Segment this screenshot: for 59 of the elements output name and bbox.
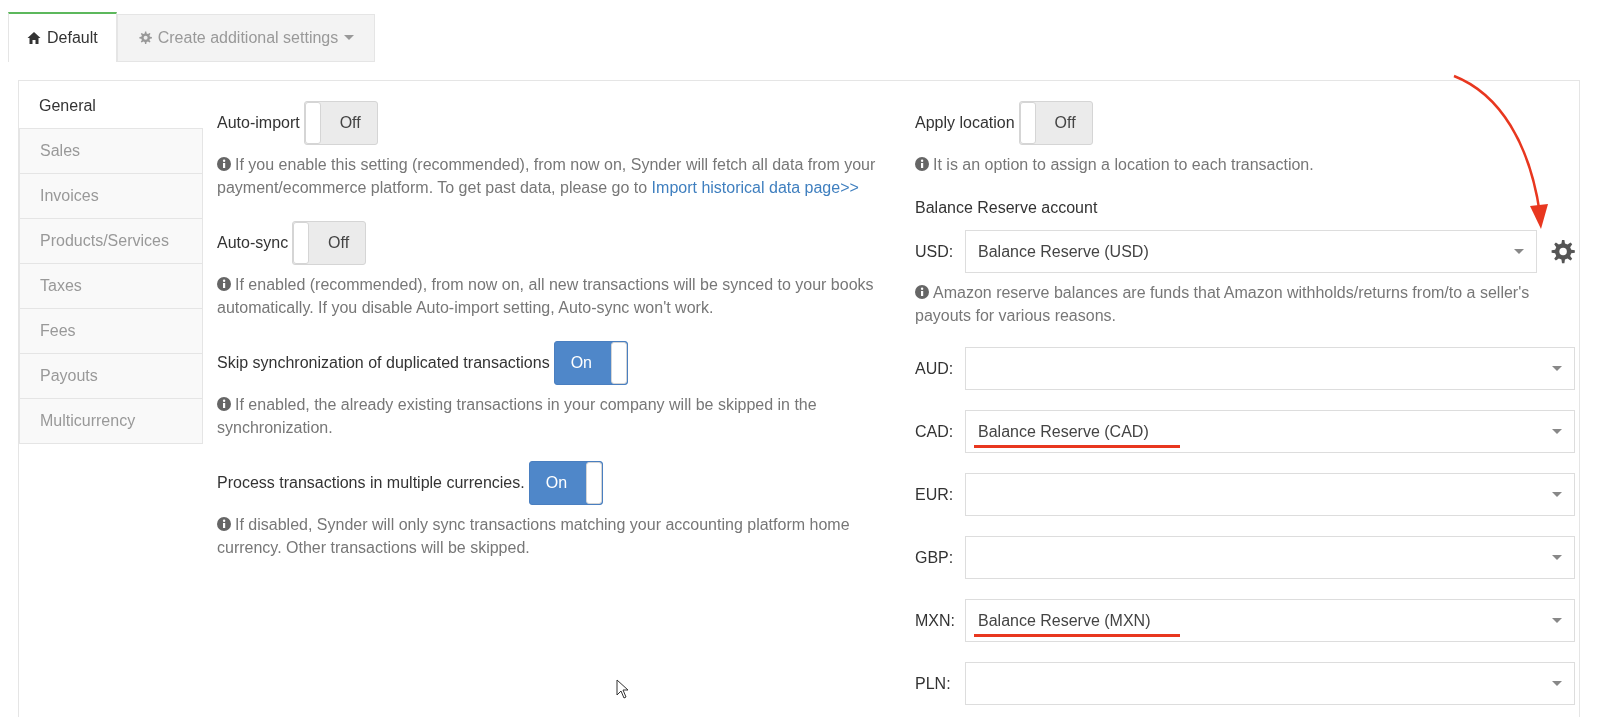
- info-icon: [217, 517, 231, 531]
- caret-icon: [344, 35, 355, 41]
- setting-label: Auto-import: [217, 113, 300, 133]
- caret-icon: [1552, 365, 1562, 372]
- info-icon: [217, 157, 231, 171]
- toggle-switch[interactable]: Off: [1018, 101, 1093, 145]
- info-text: If you enable this setting (recommended), from now on, Synder will fetch all data from your payment/ecommerce platform. To get past data, please go to Import historical data page>>: [217, 155, 877, 198]
- caret-icon: [1514, 248, 1524, 255]
- caret-icon: [1552, 554, 1562, 561]
- info-text: It is an option to assign a location to each transaction.: [915, 153, 1575, 176]
- account-select[interactable]: [965, 662, 1575, 705]
- settings-icon[interactable]: [1549, 238, 1575, 265]
- currency-label: USD:: [915, 241, 955, 262]
- info-icon: [217, 277, 231, 291]
- gear-icon: [137, 31, 152, 45]
- tab[interactable]: Create additional settings: [116, 14, 376, 62]
- setting-label: Process transactions in multiple currencies.: [217, 473, 525, 493]
- caret-icon: [1552, 680, 1562, 687]
- toggle-switch[interactable]: On: [528, 461, 603, 505]
- currency-label: GBP:: [915, 547, 955, 568]
- caret-icon: [1552, 491, 1562, 498]
- section-title: Balance Reserve account: [915, 198, 1099, 218]
- account-select[interactable]: [965, 536, 1575, 579]
- home-icon: [27, 31, 41, 45]
- info-icon: [915, 157, 929, 171]
- sidebar-item[interactable]: Multicurrency: [19, 398, 203, 444]
- info-icon: [915, 285, 929, 299]
- info-icon: [217, 397, 231, 411]
- sidebar-item[interactable]: Sales: [19, 128, 203, 174]
- account-select[interactable]: [965, 473, 1575, 516]
- currency-label: AUD:: [915, 358, 955, 379]
- sidebar-item[interactable]: Products/Services: [19, 218, 203, 264]
- currency-label: PLN:: [915, 673, 952, 694]
- mouse-cursor-icon: [616, 679, 630, 699]
- tab[interactable]: Default: [8, 12, 117, 62]
- currency-label: EUR:: [915, 484, 955, 505]
- info-text: Amazon reserve balances are funds that Amazon withholds/returns from/to a seller's payouts for various reasons.: [915, 283, 1531, 326]
- sidebar-item[interactable]: Fees: [19, 308, 203, 354]
- setting-label: Skip synchronization of duplicated transactions: [217, 353, 550, 373]
- import-link[interactable]: Import historical data page>>: [651, 179, 859, 196]
- currency-label: CAD:: [915, 421, 955, 442]
- sidebar-item[interactable]: Payouts: [19, 353, 203, 399]
- toggle-switch[interactable]: Off: [292, 221, 367, 265]
- info-text: If enabled, the already existing transactions in your company will be skipped in the synchronization.: [217, 395, 818, 438]
- account-select[interactable]: Balance Reserve (MXN): [965, 599, 1575, 642]
- sidebar-item[interactable]: Invoices: [19, 173, 203, 219]
- setting-label: Auto-sync: [217, 233, 289, 253]
- caret-icon: [1552, 617, 1562, 624]
- sidebar-item[interactable]: Taxes: [19, 263, 203, 309]
- account-select[interactable]: Balance Reserve (USD): [965, 230, 1537, 273]
- toggle-switch[interactable]: Off: [303, 101, 378, 145]
- account-select[interactable]: [965, 347, 1575, 390]
- info-text: If disabled, Synder will only sync transactions matching your accounting platform home currency. Other transactions will be skipped.: [217, 515, 851, 558]
- account-select[interactable]: Balance Reserve (CAD): [965, 410, 1575, 453]
- caret-icon: [1552, 428, 1562, 435]
- currency-label: MXN:: [915, 610, 956, 631]
- info-text: If enabled (recommended), from now on, all new transactions will be synced to your books automatically. If you disable Auto-import setting, Auto-sync won't work.: [217, 275, 875, 318]
- setting-label: Apply location: [915, 113, 1015, 133]
- toggle-switch[interactable]: On: [553, 341, 628, 385]
